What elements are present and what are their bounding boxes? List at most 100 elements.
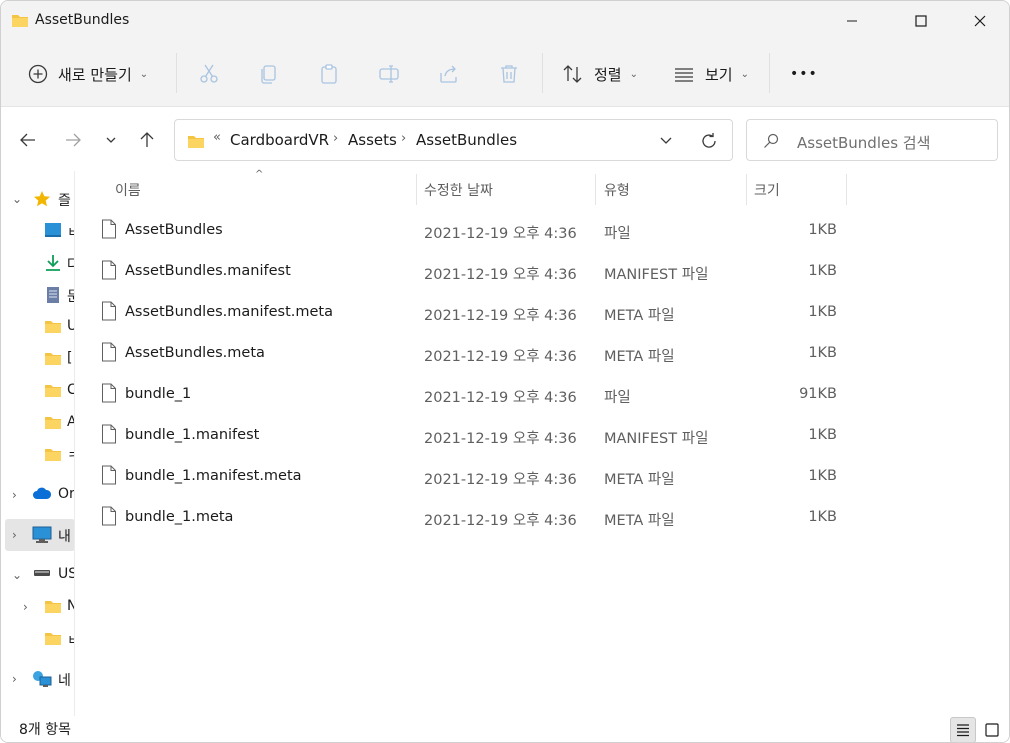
breadcrumb-assetbundles[interactable]: AssetBundles: [416, 131, 517, 149]
rename-button[interactable]: [378, 41, 400, 107]
file-icon: [102, 342, 116, 362]
search-input[interactable]: AssetBundles 검색: [746, 119, 998, 161]
file-name: AssetBundles.manifest: [125, 263, 291, 279]
breadcrumb-separator[interactable]: ›: [333, 131, 338, 146]
sidebar-item-folder[interactable]: › N: [1, 591, 75, 623]
file-row[interactable]: AssetBundles.manifest.meta 2021-12-19 오후 …: [97, 293, 847, 334]
file-size: 91KB: [799, 386, 837, 402]
sidebar-item-downloads[interactable]: 다: [1, 247, 75, 279]
file-icon: [102, 424, 116, 444]
column-header-name[interactable]: 이름: [101, 171, 415, 205]
close-button[interactable]: [957, 1, 1003, 41]
sidebar-item-folder[interactable]: [: [1, 343, 75, 375]
arrow-left-icon: [20, 133, 35, 147]
sidebar-item-folder[interactable]: ㅂ: [1, 623, 75, 655]
maximize-button[interactable]: [898, 1, 944, 41]
large-icons-view-button[interactable]: [979, 717, 1005, 742]
chevron-down-icon[interactable]: ⌄: [12, 568, 22, 582]
search-placeholder: AssetBundles 검색: [797, 134, 931, 152]
sidebar-item-desktop[interactable]: ㅂ: [1, 215, 75, 247]
file-date: 2021-12-19 오후 4:36: [424, 472, 577, 488]
clipboard-icon: [321, 64, 337, 84]
sidebar-item-folder[interactable]: U: [1, 311, 75, 343]
more-options-button[interactable]: •••: [790, 41, 818, 107]
sidebar-item-label: US: [58, 566, 75, 582]
refresh-icon[interactable]: [699, 131, 719, 151]
new-button-label: 새로 만들기: [58, 65, 132, 84]
details-view-button[interactable]: [950, 717, 976, 742]
back-button[interactable]: [15, 127, 41, 153]
file-row[interactable]: AssetBundles 2021-12-19 오후 4:36 파일 1KB: [97, 211, 847, 252]
arrow-right-icon: [66, 133, 81, 147]
sidebar-item-label: [: [67, 350, 73, 366]
sidebar-item-folder[interactable]: ㅋ: [1, 439, 75, 471]
file-name: bundle_1.meta: [125, 509, 234, 525]
window-title: AssetBundles: [35, 12, 130, 28]
file-row[interactable]: AssetBundles.manifest 2021-12-19 오후 4:36 M…: [97, 252, 847, 293]
file-size: 1KB: [808, 468, 837, 484]
chevron-down-icon[interactable]: ⌄: [12, 192, 22, 206]
address-dropdown-icon[interactable]: [659, 134, 673, 148]
sidebar-item-network[interactable]: › 네: [1, 663, 75, 695]
recent-locations-button[interactable]: [98, 127, 124, 153]
view-button[interactable]: 보기 ⌄: [673, 41, 749, 107]
breadcrumb-separator[interactable]: ›: [401, 131, 406, 146]
sidebar-item-documents[interactable]: 문: [1, 279, 75, 311]
share-button[interactable]: [438, 41, 460, 107]
file-type: 파일: [604, 390, 631, 406]
column-header-size[interactable]: 크기: [747, 171, 847, 205]
file-size: 1KB: [808, 304, 837, 320]
sidebar-item-folder[interactable]: C: [1, 375, 75, 407]
sidebar-item-quick-access[interactable]: ⌄ 즐: [1, 183, 75, 215]
forward-button[interactable]: [60, 127, 86, 153]
address-bar[interactable]: « CardboardVR › Assets › AssetBundles: [174, 119, 733, 161]
folder-icon: [45, 449, 61, 461]
delete-button[interactable]: [498, 41, 520, 107]
overflow-chevron[interactable]: «: [213, 130, 221, 145]
sort-button[interactable]: 정렬 ⌄: [562, 41, 638, 107]
column-divider[interactable]: [846, 174, 847, 205]
file-row[interactable]: AssetBundles.meta 2021-12-19 오후 4:36 META …: [97, 334, 847, 375]
column-header-type[interactable]: 유형: [596, 171, 746, 205]
sidebar-item-onedrive[interactable]: › Or: [1, 479, 75, 511]
sort-icon: [563, 65, 582, 83]
cut-button[interactable]: [198, 41, 220, 107]
new-button[interactable]: 새로 만들기 ⌄: [28, 41, 148, 107]
file-date: 2021-12-19 오후 4:36: [424, 431, 577, 447]
file-date: 2021-12-19 오후 4:36: [424, 349, 577, 365]
file-explorer-window: AssetBundles 새로 만들기 ⌄ 정렬 ⌄ 보기 ⌄ ••• « Ca…: [0, 0, 1010, 743]
breadcrumb-assets[interactable]: Assets: [348, 131, 397, 149]
chevron-right-icon[interactable]: ›: [12, 528, 17, 542]
chevron-right-icon[interactable]: ›: [23, 600, 28, 614]
status-bar: 8개 항목: [1, 716, 1009, 742]
up-button[interactable]: [134, 127, 160, 153]
plus-circle-icon: [28, 64, 48, 84]
breadcrumb-cardboardvr[interactable]: CardboardVR: [230, 131, 329, 149]
chevron-right-icon[interactable]: ›: [12, 672, 17, 686]
file-row[interactable]: bundle_1.meta 2021-12-19 오후 4:36 META 파일 1K…: [97, 498, 847, 539]
file-row[interactable]: bundle_1.manifest 2021-12-19 오후 4:36 MANIF…: [97, 416, 847, 457]
rename-icon: [379, 65, 399, 83]
minimize-button[interactable]: [829, 1, 875, 41]
sidebar-item-usb-drive[interactable]: ⌄ US: [1, 559, 75, 591]
file-row[interactable]: bundle_1.manifest.meta 2021-12-19 오후 4:36…: [97, 457, 847, 498]
sidebar-item-label: 내: [58, 529, 71, 545]
toolbar-divider: [176, 53, 177, 93]
large-icons-view-icon: [985, 723, 999, 737]
file-name: bundle_1.manifest.meta: [125, 468, 302, 484]
file-name: AssetBundles.manifest.meta: [125, 304, 333, 320]
chevron-right-icon[interactable]: ›: [12, 488, 17, 502]
file-row[interactable]: bundle_1 2021-12-19 오후 4:36 파일 91KB: [97, 375, 847, 416]
copy-button[interactable]: [258, 41, 280, 107]
file-size: 1KB: [808, 222, 837, 238]
sidebar-item-folder[interactable]: A: [1, 407, 75, 439]
onedrive-icon: [33, 487, 52, 499]
column-header-date[interactable]: 수정한 날짜: [417, 171, 595, 205]
file-type: META 파일: [604, 349, 675, 365]
file-list: ^ 이름 수정한 날짜 유형 크기 AssetBundles 2021-12-19…: [75, 169, 1009, 716]
file-name: bundle_1.manifest: [125, 427, 260, 443]
sidebar-item-this-pc[interactable]: › 내: [5, 519, 75, 551]
minimize-icon: [847, 20, 857, 22]
folder-icon: [45, 417, 61, 429]
paste-button[interactable]: [318, 41, 340, 107]
